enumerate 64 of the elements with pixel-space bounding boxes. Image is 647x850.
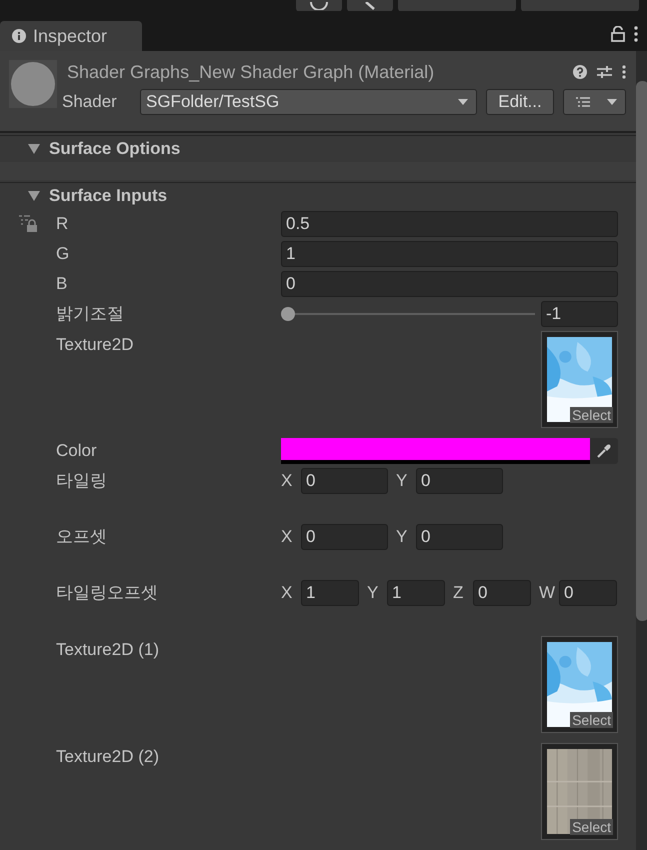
property-label: Texture2D (1)	[56, 639, 160, 661]
shader-dropdown[interactable]: SGFolder/TestSG	[140, 89, 477, 115]
axis-label: Y	[367, 582, 380, 604]
property-label: 오프셋	[56, 526, 108, 548]
help-icon[interactable]	[573, 65, 587, 79]
number-field[interactable]: 0	[416, 468, 503, 494]
property-label: Texture2D (2)	[56, 746, 160, 768]
sliders-icon[interactable]	[597, 65, 612, 79]
number-field[interactable]: 1	[301, 580, 359, 606]
number-field[interactable]: 0	[416, 524, 503, 550]
section-title[interactable]: Surface Inputs	[49, 186, 168, 206]
number-field[interactable]: -1	[541, 301, 618, 327]
number-field[interactable]: 0	[559, 580, 617, 606]
axis-label: X	[281, 582, 294, 604]
edit-button[interactable]: Edit...	[486, 89, 554, 115]
property-label: Texture2D	[56, 334, 134, 356]
scrollbar[interactable]	[636, 51, 647, 850]
eyedropper-icon[interactable]	[597, 444, 611, 458]
info-icon[interactable]	[12, 29, 26, 43]
number-field[interactable]: 0	[281, 271, 618, 297]
list-dropdown[interactable]	[563, 89, 626, 115]
expanded-triangle-icon[interactable]	[28, 191, 40, 201]
history-icon[interactable]	[309, 2, 329, 10]
list-icon[interactable]	[576, 97, 590, 107]
shader-label: Shader	[62, 92, 118, 112]
number-field[interactable]: 0.5	[281, 211, 618, 237]
axis-label: X	[281, 470, 294, 492]
more-icon[interactable]	[634, 26, 638, 42]
expanded-triangle-icon[interactable]	[28, 144, 40, 154]
axis-label: W	[539, 582, 556, 604]
caret-icon[interactable]	[607, 99, 617, 105]
number-field[interactable]: 0	[301, 524, 388, 550]
axis-label: Y	[396, 526, 408, 548]
texture-slot[interactable]: Select	[541, 743, 618, 840]
material-preview	[9, 60, 57, 108]
number-field[interactable]: 1	[281, 241, 618, 267]
select-button[interactable]: Select	[570, 407, 613, 423]
texture-slot[interactable]: Select	[541, 331, 618, 428]
property-label: R	[56, 213, 70, 235]
number-field[interactable]: 1	[387, 580, 445, 606]
property-label: 타일링	[56, 470, 108, 492]
number-field[interactable]: 0	[301, 468, 388, 494]
more-icon[interactable]	[622, 65, 626, 79]
select-button[interactable]: Select	[570, 712, 613, 728]
select-button[interactable]: Select	[570, 819, 613, 835]
section-title[interactable]: Surface Options	[49, 139, 180, 159]
scroll-thumb[interactable]	[636, 81, 647, 621]
lock-icon[interactable]	[611, 26, 625, 42]
number-field[interactable]: 0	[473, 580, 531, 606]
lock-list-icon[interactable]	[18, 215, 38, 233]
color-swatch[interactable]	[281, 438, 590, 464]
texture-slot[interactable]: Select	[541, 636, 618, 733]
property-label: Color	[56, 440, 98, 462]
axis-label: Y	[396, 470, 408, 492]
property-label: G	[56, 243, 70, 265]
property-label: 밝기조절	[56, 303, 125, 325]
property-label: B	[56, 273, 68, 295]
caret-icon[interactable]	[458, 99, 468, 105]
axis-label: X	[281, 526, 294, 548]
material-title: Shader Graphs_New Shader Graph (Material)	[66, 62, 434, 82]
property-label: 타일링오프셋	[56, 582, 159, 604]
eyedropper-button[interactable]	[590, 438, 618, 464]
axis-label: Z	[453, 582, 464, 604]
inspector-tab[interactable]: Inspector	[0, 21, 142, 51]
